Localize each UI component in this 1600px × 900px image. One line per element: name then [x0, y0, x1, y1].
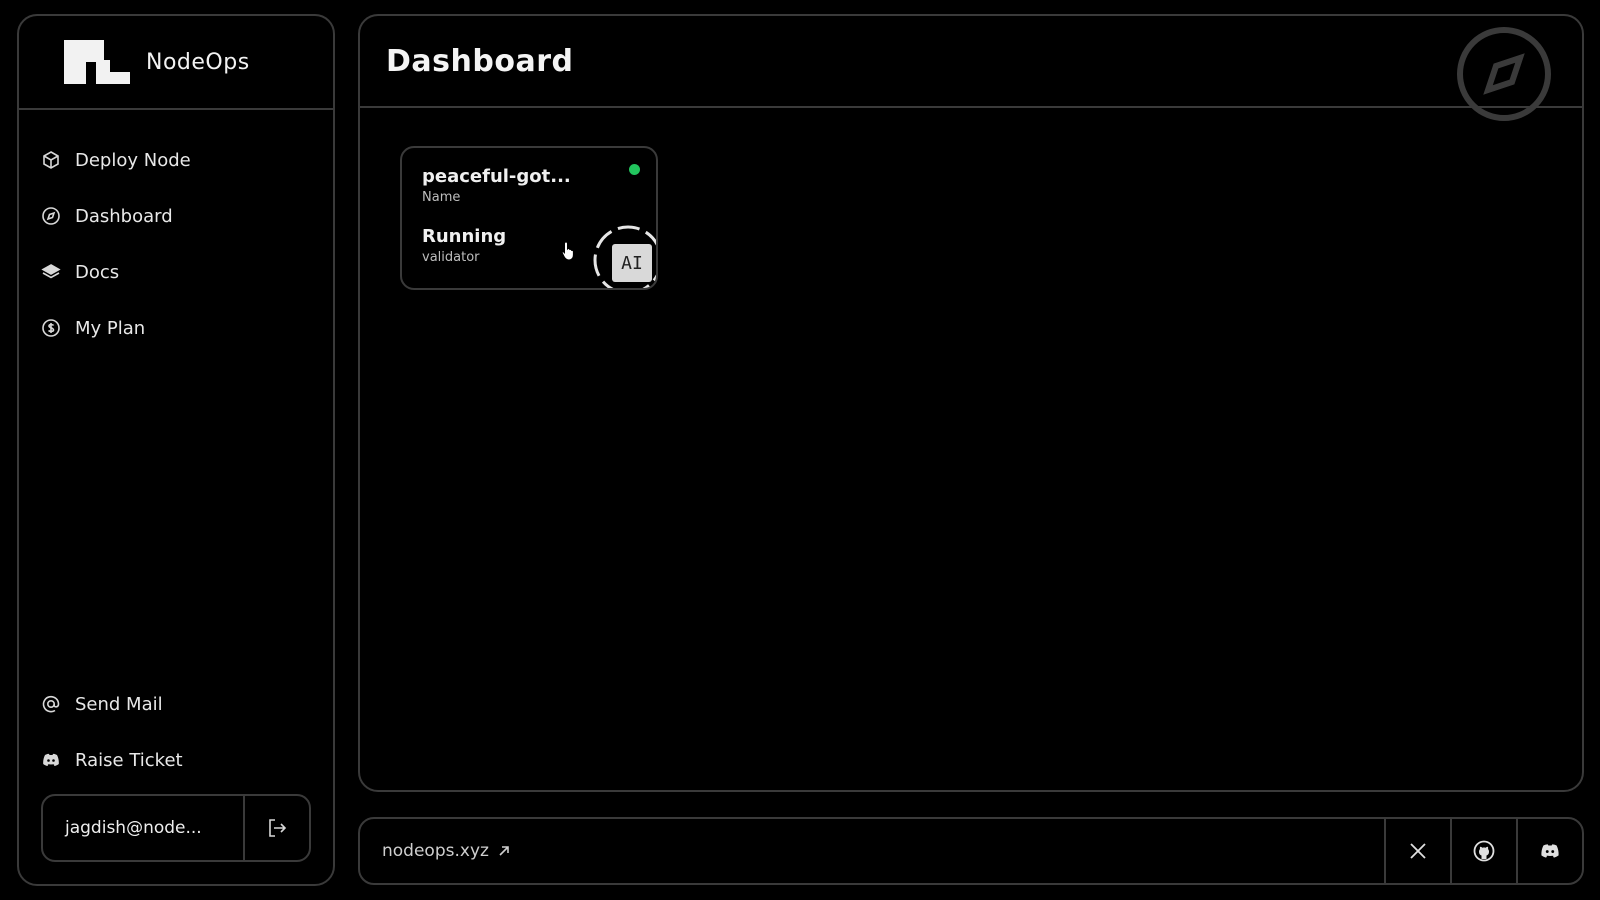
sidebar-nav: Deploy Node Dashboard Docs My Plan [19, 110, 333, 356]
node-card[interactable]: peaceful-got... Name Running validator A… [400, 146, 658, 290]
sidebar-item-label: Raise Ticket [75, 749, 183, 771]
sidebar-item-label: My Plan [75, 317, 146, 339]
nodeops-logo-icon [64, 40, 130, 84]
x-icon [1410, 843, 1426, 859]
github-icon [1473, 840, 1495, 862]
website-link-label: nodeops.xyz [382, 841, 489, 861]
discord-social-button[interactable] [1516, 819, 1582, 883]
sidebar-item-deploy-node[interactable]: Deploy Node [19, 132, 333, 188]
node-status: Running [422, 226, 507, 247]
discord-icon [1541, 844, 1559, 858]
at-icon [41, 694, 61, 714]
x-social-button[interactable] [1384, 819, 1450, 883]
sidebar-item-my-plan[interactable]: My Plan [19, 300, 333, 356]
sidebar-item-label: Deploy Node [75, 149, 191, 171]
app-root: NodeOps Deploy Node Dashboard Docs My Pl… [0, 0, 1600, 900]
sidebar-item-label: Send Mail [75, 693, 163, 715]
sidebar-item-label: Docs [75, 261, 120, 283]
sidebar: NodeOps Deploy Node Dashboard Docs My Pl… [17, 14, 335, 886]
node-name: peaceful-got... [422, 166, 571, 187]
github-social-button[interactable] [1450, 819, 1516, 883]
hand-cursor-icon [561, 241, 574, 261]
brand[interactable]: NodeOps [19, 16, 333, 110]
sidebar-item-dashboard[interactable]: Dashboard [19, 188, 333, 244]
main-panel: Dashboard peaceful-got... Name Running v… [358, 14, 1584, 792]
compass-icon [41, 206, 61, 226]
sidebar-item-raise-ticket[interactable]: Raise Ticket [19, 732, 333, 788]
dollar-coin-icon [41, 318, 61, 338]
logout-icon [269, 819, 287, 837]
sidebar-item-label: Dashboard [75, 205, 173, 227]
layers-icon [41, 262, 61, 282]
compass-icon [1457, 27, 1551, 121]
discord-icon [41, 750, 61, 770]
cube-icon [41, 150, 61, 170]
sidebar-item-send-mail[interactable]: Send Mail [19, 676, 333, 732]
brand-name: NodeOps [146, 49, 250, 75]
user-account-box: jagdish@node... [41, 794, 311, 862]
status-indicator [629, 164, 640, 175]
footer-bar: nodeops.xyz [358, 817, 1584, 885]
sidebar-item-docs[interactable]: Docs [19, 244, 333, 300]
website-link[interactable]: nodeops.xyz [360, 819, 1384, 883]
logout-button[interactable] [245, 796, 309, 860]
user-email[interactable]: jagdish@node... [43, 796, 245, 860]
main-header: Dashboard [360, 16, 1582, 121]
node-name-caption: Name [422, 190, 461, 205]
ai-badge: AI [612, 244, 652, 282]
external-link-icon [497, 844, 511, 858]
page-title: Dashboard [386, 43, 574, 79]
sidebar-bottom-nav: Send Mail Raise Ticket [19, 676, 333, 788]
node-type-caption: validator [422, 250, 480, 265]
